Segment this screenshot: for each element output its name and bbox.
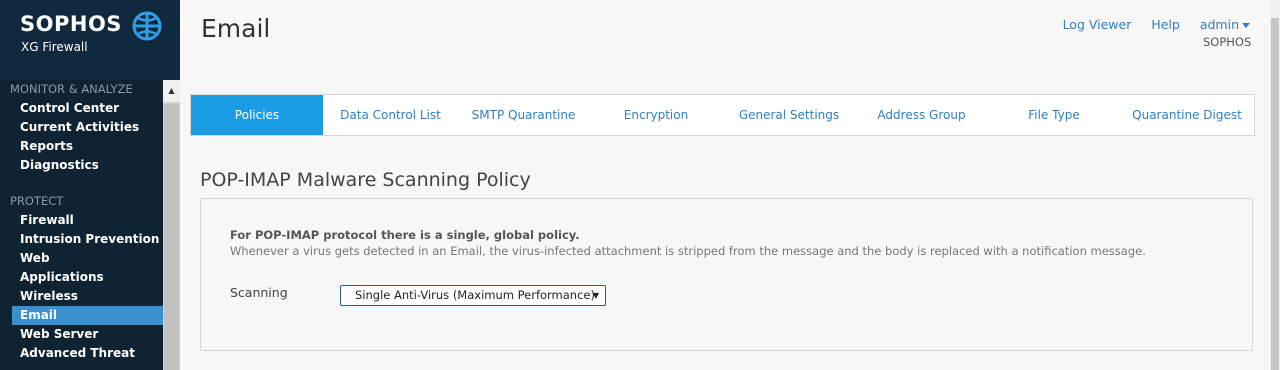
sidebar-item-firewall[interactable]: Firewall [0,211,163,230]
tab-bar: Policies Data Control List SMTP Quaranti… [190,94,1255,136]
sidebar-item-applications[interactable]: Applications [0,268,163,287]
policy-info-text: Whenever a virus gets detected in an Ema… [230,244,1146,258]
nav-section-monitor: MONITOR & ANALYZE [10,82,133,96]
product-name: XG Firewall [21,40,88,54]
triangle-up-icon[interactable]: ▲ [163,80,180,102]
nav-section-protect: PROTECT [10,194,64,208]
sidebar-item-intrusion-prevention[interactable]: Intrusion Prevention [0,230,163,249]
tab-policies[interactable]: Policies [191,95,323,135]
sidebar-nav: MONITOR & ANALYZE Control Center Current… [0,80,163,370]
user-menu[interactable]: admin [1200,17,1250,32]
scanning-select[interactable]: Single Anti-Virus (Maximum Performance) … [340,285,606,306]
tab-general-settings[interactable]: General Settings [723,95,855,135]
page-scrollbar-thumb[interactable] [1271,18,1279,370]
tab-encryption[interactable]: Encryption [589,95,723,135]
log-viewer-link[interactable]: Log Viewer [1063,17,1132,32]
sidebar-scrollbar[interactable]: ▲ [163,80,180,370]
sidebar-item-control-center[interactable]: Control Center [0,99,163,118]
scrollbar-thumb[interactable] [164,104,179,370]
triangle-down-icon: ▼ [592,291,599,300]
sophos-shield-icon [132,11,162,41]
policy-info-heading: For POP-IMAP protocol there is a single,… [230,228,580,242]
sidebar-item-web[interactable]: Web [0,249,163,268]
help-link[interactable]: Help [1151,17,1180,32]
scanning-label: Scanning [230,285,288,300]
sidebar-item-wireless[interactable]: Wireless [0,287,163,306]
sidebar-item-advanced-threat[interactable]: Advanced Threat [0,344,163,363]
scanning-select-value: Single Anti-Virus (Maximum Performance) [355,288,595,302]
tab-quarantine-digest[interactable]: Quarantine Digest [1120,95,1254,135]
organization-name: SOPHOS [1203,35,1252,49]
tab-data-control-list[interactable]: Data Control List [323,95,458,135]
caret-down-icon [1242,23,1250,28]
policy-panel: For POP-IMAP protocol there is a single,… [200,198,1253,351]
sidebar-item-diagnostics[interactable]: Diagnostics [0,156,163,175]
sidebar-item-web-server[interactable]: Web Server [0,325,163,344]
brand: SOPHOS XG Firewall [0,0,180,75]
app-root: SOPHOS XG Firewall MONITOR & ANALYZE Con… [0,0,1280,370]
page-title: Email [201,14,271,43]
top-links: Log Viewer Help admin [1047,17,1250,32]
brand-name: SOPHOS [20,12,122,36]
tab-file-type[interactable]: File Type [988,95,1120,135]
user-name: admin [1199,17,1239,32]
tab-address-group[interactable]: Address Group [855,95,988,135]
nav-gap [0,175,163,192]
section-title: POP-IMAP Malware Scanning Policy [200,169,531,191]
sidebar-item-email[interactable]: Email [12,306,163,325]
sidebar: SOPHOS XG Firewall MONITOR & ANALYZE Con… [0,0,180,370]
sidebar-item-reports[interactable]: Reports [0,137,163,156]
sidebar-item-current-activities[interactable]: Current Activities [0,118,163,137]
tab-smtp-quarantine[interactable]: SMTP Quarantine [458,95,589,135]
